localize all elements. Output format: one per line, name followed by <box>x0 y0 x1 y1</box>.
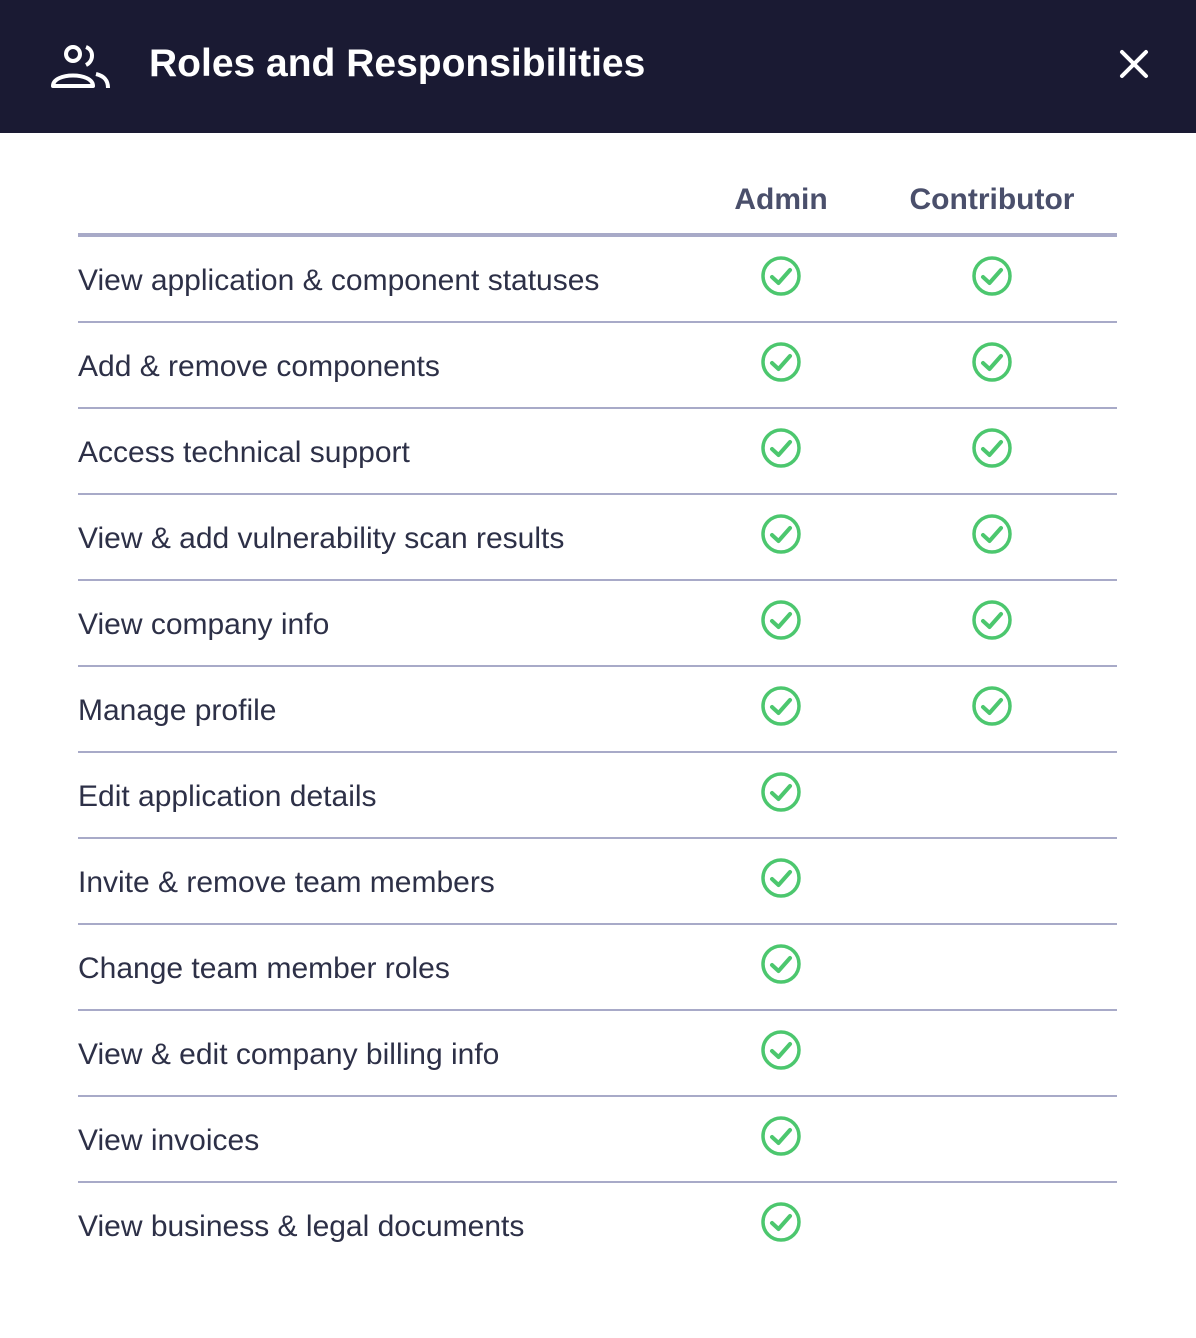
permission-label: View & add vulnerability scan results <box>78 522 565 555</box>
check-circle-icon <box>761 1116 801 1156</box>
permission-label: Add & remove components <box>78 350 440 383</box>
table-row: View & edit company billing info <box>78 1011 1117 1097</box>
table-row: Change team member roles <box>78 925 1117 1011</box>
permission-label: Invite & remove team members <box>78 866 495 899</box>
table-header: Admin Contributor <box>78 133 1117 237</box>
table-row: View & add vulnerability scan results <box>78 495 1117 581</box>
permission-label: View application & component statuses <box>78 264 600 297</box>
modal-title: Roles and Responsibilities <box>149 42 646 85</box>
check-circle-icon <box>972 600 1012 640</box>
check-circle-icon <box>761 772 801 812</box>
table-row: View application & component statuses <box>78 237 1117 323</box>
check-circle-icon <box>761 1030 801 1070</box>
table-row: Add & remove components <box>78 323 1117 409</box>
permission-label: Manage profile <box>78 694 277 727</box>
permission-label: Access technical support <box>78 436 410 469</box>
permission-label: View & edit company billing info <box>78 1038 500 1071</box>
permission-label: View business & legal documents <box>78 1210 525 1243</box>
permission-label: Edit application details <box>78 780 377 813</box>
column-header-contributor: Contributor <box>909 183 1075 216</box>
check-circle-icon <box>972 686 1012 726</box>
check-circle-icon <box>761 256 801 296</box>
check-circle-icon <box>761 514 801 554</box>
check-circle-icon <box>972 256 1012 296</box>
check-circle-icon <box>761 428 801 468</box>
permission-label: View company info <box>78 608 330 641</box>
permission-label: Change team member roles <box>78 952 450 985</box>
check-circle-icon <box>761 600 801 640</box>
check-circle-icon <box>972 514 1012 554</box>
check-circle-icon <box>761 944 801 984</box>
table-row: Manage profile <box>78 667 1117 753</box>
check-circle-icon <box>761 342 801 382</box>
table-body: View application & component statuses Ad… <box>78 237 1117 1269</box>
check-circle-icon <box>972 428 1012 468</box>
table-row: Invite & remove team members <box>78 839 1117 925</box>
close-button[interactable] <box>1112 42 1156 86</box>
people-icon <box>51 45 110 88</box>
table-row: Edit application details <box>78 753 1117 839</box>
table-row: View company info <box>78 581 1117 667</box>
check-circle-icon <box>761 686 801 726</box>
check-circle-icon <box>761 1202 801 1242</box>
table-row: View business & legal documents <box>78 1183 1117 1269</box>
modal-header: Roles and Responsibilities <box>0 0 1196 133</box>
column-header-admin: Admin <box>734 183 828 216</box>
roles-table: Admin Contributor View application & com… <box>78 133 1117 1269</box>
close-icon[interactable] <box>1119 49 1149 79</box>
check-circle-icon <box>761 858 801 898</box>
table-row: Access technical support <box>78 409 1117 495</box>
table-row: View invoices <box>78 1097 1117 1183</box>
check-circle-icon <box>972 342 1012 382</box>
permission-label: View invoices <box>78 1124 260 1157</box>
